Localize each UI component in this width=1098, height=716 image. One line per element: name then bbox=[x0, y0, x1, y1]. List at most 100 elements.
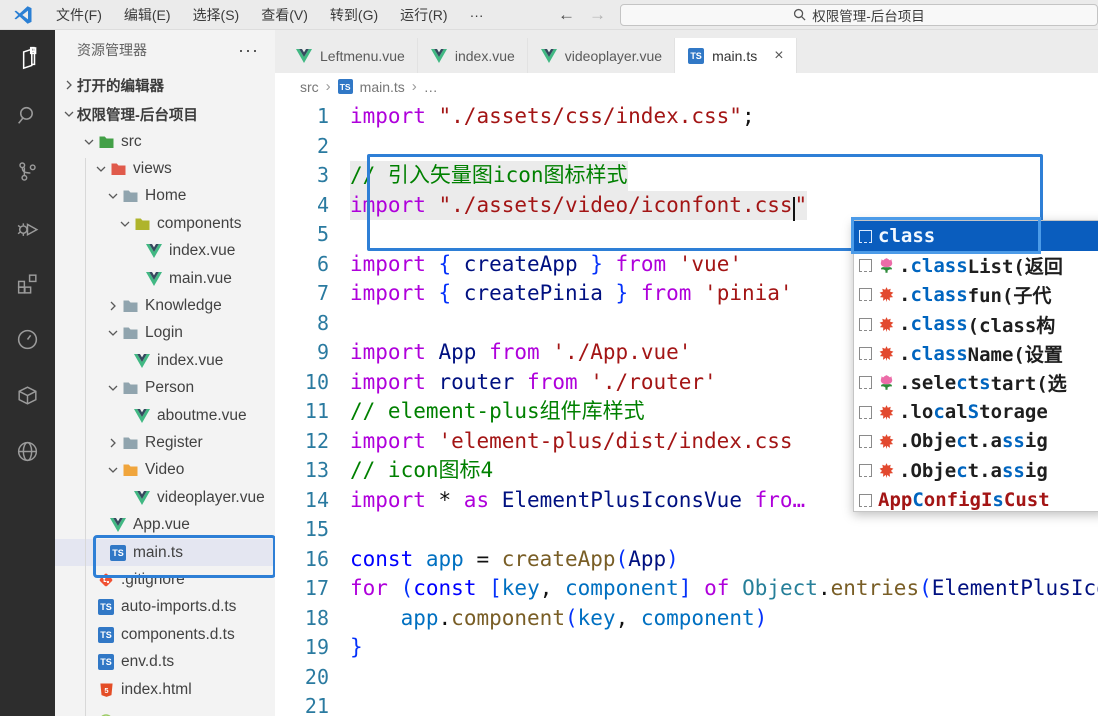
suggestion-item-1[interactable]: .classList(返回 bbox=[854, 251, 1098, 280]
more-actions-icon[interactable]: ··· bbox=[238, 40, 259, 61]
line-number[interactable]: 8 bbox=[275, 309, 329, 339]
menu-file[interactable]: 文件(F) bbox=[45, 0, 113, 30]
tab-index.vue[interactable]: index.vue bbox=[418, 38, 528, 73]
explorer-icon[interactable] bbox=[11, 42, 45, 76]
tree-item-Home[interactable]: Home bbox=[55, 183, 275, 210]
line-number[interactable]: 3 bbox=[275, 161, 329, 191]
code-line-16[interactable]: 16const app = createApp(App) bbox=[275, 545, 1098, 575]
line-number[interactable]: 6 bbox=[275, 250, 329, 280]
line-number[interactable]: 9 bbox=[275, 338, 329, 368]
line-number[interactable]: 2 bbox=[275, 132, 329, 162]
browser-preview-icon[interactable] bbox=[11, 434, 45, 468]
suggestion-item-2[interactable]: .classfun(子代 bbox=[854, 280, 1098, 309]
line-number[interactable]: 12 bbox=[275, 427, 329, 457]
vue-file-icon bbox=[540, 48, 558, 64]
code-line-20[interactable]: 20 bbox=[275, 663, 1098, 693]
tab-Leftmenu.vue[interactable]: Leftmenu.vue bbox=[283, 38, 418, 73]
breadcrumb-item-main.ts[interactable]: main.ts bbox=[360, 79, 405, 95]
suggestion-item-9[interactable]: AppConfigIsCust bbox=[854, 485, 1098, 512]
tree-item-App.vue[interactable]: App.vue bbox=[55, 511, 275, 538]
search-icon[interactable] bbox=[11, 98, 45, 132]
tree-item-main.vue[interactable]: main.vue bbox=[55, 265, 275, 292]
tree-item-Knowledge[interactable]: Knowledge bbox=[55, 292, 275, 319]
forward-button[interactable]: → bbox=[589, 5, 606, 25]
code-line-19[interactable]: 19} bbox=[275, 633, 1098, 663]
line-number[interactable]: 10 bbox=[275, 368, 329, 398]
suggestion-item-5[interactable]: .selectstart(选 bbox=[854, 368, 1098, 397]
line-number[interactable]: 1 bbox=[275, 102, 329, 132]
tree-item-Video[interactable]: Video bbox=[55, 457, 275, 484]
project-root-folder[interactable]: 权限管理-后台项目 bbox=[55, 100, 275, 128]
source-control-icon[interactable] bbox=[11, 154, 45, 188]
code-line-17[interactable]: 17for (const [key, component] of Object.… bbox=[275, 574, 1098, 604]
suggestion-item-0[interactable]: class bbox=[854, 221, 1098, 251]
tree-item-components.d.ts[interactable]: TScomponents.d.ts bbox=[55, 621, 275, 648]
tree-item-partial[interactable] bbox=[55, 703, 275, 716]
line-number[interactable]: 7 bbox=[275, 279, 329, 309]
suggestion-item-8[interactable]: .Object.assig bbox=[854, 456, 1098, 485]
line-number[interactable]: 18 bbox=[275, 604, 329, 634]
line-number[interactable]: 13 bbox=[275, 456, 329, 486]
menu-view[interactable]: 查看(V) bbox=[250, 0, 319, 30]
tree-item-env.d.ts[interactable]: TSenv.d.ts bbox=[55, 648, 275, 675]
breadcrumb-item-src[interactable]: src bbox=[300, 79, 319, 95]
code-line-15[interactable]: 15 bbox=[275, 515, 1098, 545]
section-open-editors[interactable]: 打开的编辑器 bbox=[55, 70, 275, 100]
code-line-1[interactable]: 1import "./assets/css/index.css"; bbox=[275, 102, 1098, 132]
tab-main.ts[interactable]: TSmain.ts× bbox=[675, 38, 796, 73]
tree-item-Login[interactable]: Login bbox=[55, 320, 275, 347]
tree-item-main.ts[interactable]: TSmain.ts bbox=[55, 539, 275, 566]
line-number[interactable]: 16 bbox=[275, 545, 329, 575]
snippet-icon bbox=[859, 347, 872, 360]
code-line-21[interactable]: 21 bbox=[275, 692, 1098, 716]
menu-edit[interactable]: 编辑(E) bbox=[113, 0, 182, 30]
back-button[interactable]: ← bbox=[558, 5, 575, 25]
tree-item-auto-imports.d.ts[interactable]: TSauto-imports.d.ts bbox=[55, 594, 275, 621]
code-line-2[interactable]: 2 bbox=[275, 132, 1098, 162]
run-debug-icon[interactable] bbox=[11, 210, 45, 244]
close-tab-icon[interactable]: × bbox=[774, 47, 783, 65]
menu-go[interactable]: 转到(G) bbox=[319, 0, 389, 30]
command-search-box[interactable]: 权限管理-后台项目 bbox=[620, 4, 1098, 26]
maple-icon bbox=[878, 286, 896, 304]
suggestion-item-7[interactable]: .Object.assig bbox=[854, 427, 1098, 456]
tab-videoplayer.vue[interactable]: videoplayer.vue bbox=[528, 38, 675, 73]
intellisense-popup: class.classList(返回.classfun(子代.class(cla… bbox=[853, 220, 1098, 512]
tree-item-views[interactable]: views bbox=[55, 155, 275, 182]
line-number[interactable]: 21 bbox=[275, 692, 329, 716]
vue-file-icon bbox=[133, 490, 151, 506]
menu-selection[interactable]: 选择(S) bbox=[182, 0, 251, 30]
tree-item-Person[interactable]: Person bbox=[55, 375, 275, 402]
history-icon[interactable] bbox=[11, 322, 45, 356]
line-number[interactable]: 19 bbox=[275, 633, 329, 663]
code-line-3[interactable]: 3// 引入矢量图icon图标样式 bbox=[275, 161, 1098, 191]
tree-item-index.html[interactable]: 5index.html bbox=[55, 676, 275, 703]
line-number[interactable]: 20 bbox=[275, 663, 329, 693]
extensions-icon[interactable] bbox=[11, 266, 45, 300]
tree-item-src[interactable]: src bbox=[55, 128, 275, 155]
breadcrumb-item-…[interactable]: … bbox=[424, 79, 438, 95]
line-number[interactable]: 5 bbox=[275, 220, 329, 250]
suggestion-item-3[interactable]: .class(class构 bbox=[854, 310, 1098, 339]
suggestion-item-6[interactable]: .localStorage bbox=[854, 397, 1098, 426]
tree-item-videoplayer.vue[interactable]: videoplayer.vue bbox=[55, 484, 275, 511]
menu-run[interactable]: 运行(R) bbox=[389, 0, 458, 30]
suggestion-item-4[interactable]: .className(设置 bbox=[854, 339, 1098, 368]
tree-item-index.vue[interactable]: index.vue bbox=[55, 238, 275, 265]
line-number[interactable]: 15 bbox=[275, 515, 329, 545]
search-value: 权限管理-后台项目 bbox=[812, 5, 925, 25]
line-number[interactable]: 11 bbox=[275, 397, 329, 427]
chevron-icon bbox=[93, 161, 109, 177]
code-line-4[interactable]: 4import "./assets/video/iconfont.css" bbox=[275, 191, 1098, 221]
package-icon[interactable] bbox=[11, 378, 45, 412]
menu-more[interactable]: ··· bbox=[459, 0, 495, 30]
line-number[interactable]: 4 bbox=[275, 191, 329, 221]
line-number[interactable]: 17 bbox=[275, 574, 329, 604]
tree-item-.gitignore[interactable]: .gitignore bbox=[55, 566, 275, 593]
tree-item-components[interactable]: components bbox=[55, 210, 275, 237]
tree-item-index.vue[interactable]: index.vue bbox=[55, 347, 275, 374]
code-line-18[interactable]: 18 app.component(key, component) bbox=[275, 604, 1098, 634]
line-number[interactable]: 14 bbox=[275, 486, 329, 516]
tree-item-Register[interactable]: Register bbox=[55, 429, 275, 456]
tree-item-aboutme.vue[interactable]: aboutme.vue bbox=[55, 402, 275, 429]
